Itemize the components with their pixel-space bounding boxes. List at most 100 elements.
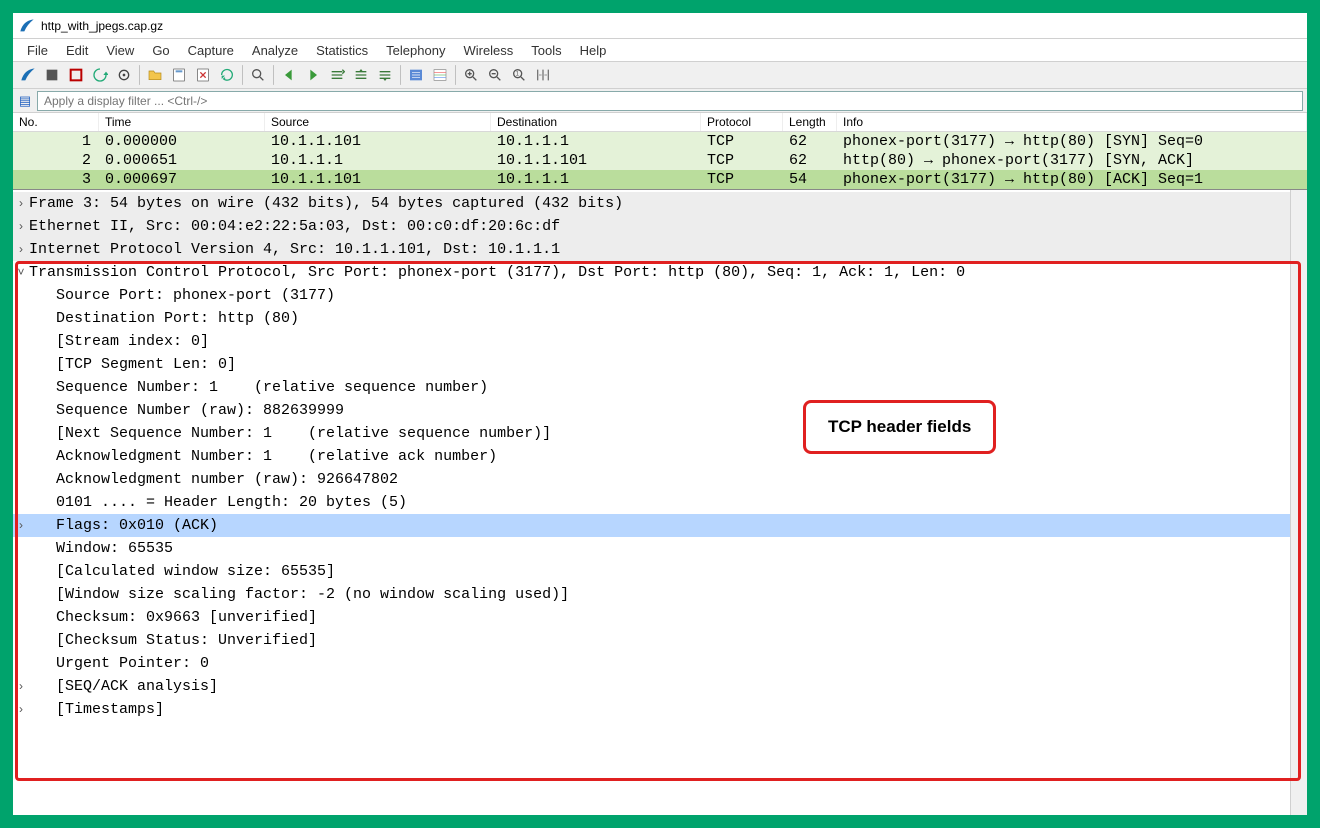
detail-row[interactable]: Sequence Number: 1 (relative sequence nu…	[13, 376, 1307, 399]
autoscroll-icon[interactable]	[405, 64, 427, 86]
toolbar-separator	[242, 65, 243, 85]
column-header-destination[interactable]: Destination	[491, 113, 701, 131]
godown-icon[interactable]	[374, 64, 396, 86]
detail-row[interactable]: Window: 65535	[13, 537, 1307, 560]
detail-text: Ethernet II, Src: 00:04:e2:22:5a:03, Dst…	[29, 215, 560, 238]
detail-text: Destination Port: http (80)	[29, 307, 299, 330]
menu-help[interactable]: Help	[572, 41, 615, 60]
detail-text: 0101 .... = Header Length: 20 bytes (5)	[29, 491, 407, 514]
colorize-icon[interactable]	[429, 64, 451, 86]
menu-statistics[interactable]: Statistics	[308, 41, 376, 60]
expand-icon[interactable]: ›	[13, 215, 29, 238]
detail-text: [SEQ/ACK analysis]	[29, 675, 218, 698]
detail-row[interactable]: Acknowledgment Number: 1 (relative ack n…	[13, 445, 1307, 468]
options-icon[interactable]	[113, 64, 135, 86]
packet-cell: 54	[783, 170, 837, 189]
detail-row[interactable]: [Next Sequence Number: 1 (relative seque…	[13, 422, 1307, 445]
packet-row[interactable]: 20.00065110.1.1.110.1.1.101TCP62http(80)…	[13, 151, 1307, 170]
detail-row[interactable]: Sequence Number (raw): 882639999	[13, 399, 1307, 422]
detail-row[interactable]: [Checksum Status: Unverified]	[13, 629, 1307, 652]
menu-telephony[interactable]: Telephony	[378, 41, 453, 60]
packet-details[interactable]: ›Frame 3: 54 bytes on wire (432 bits), 5…	[13, 190, 1307, 815]
detail-row[interactable]: [TCP Segment Len: 0]	[13, 353, 1307, 376]
packet-cell: 0.000697	[99, 170, 265, 189]
menu-go[interactable]: Go	[144, 41, 177, 60]
menubar: FileEditViewGoCaptureAnalyzeStatisticsTe…	[13, 39, 1307, 61]
resize-cols-icon[interactable]	[532, 64, 554, 86]
column-header-time[interactable]: Time	[99, 113, 265, 131]
column-header-length[interactable]: Length	[783, 113, 837, 131]
detail-row[interactable]: Urgent Pointer: 0	[13, 652, 1307, 675]
toolbar: 1	[13, 61, 1307, 89]
packet-cell: TCP	[701, 151, 783, 170]
goto-icon[interactable]	[326, 64, 348, 86]
menu-tools[interactable]: Tools	[523, 41, 569, 60]
zoom-out-icon[interactable]	[484, 64, 506, 86]
bookmark-icon[interactable]: ▤	[17, 93, 33, 109]
toolbar-separator	[455, 65, 456, 85]
find-icon[interactable]	[247, 64, 269, 86]
packet-row[interactable]: 30.00069710.1.1.10110.1.1.1TCP54phonex-p…	[13, 170, 1307, 189]
restart-icon[interactable]	[89, 64, 111, 86]
expand-icon[interactable]: ›	[13, 238, 29, 261]
window-title: http_with_jpegs.cap.gz	[41, 19, 163, 33]
detail-text: Source Port: phonex-port (3177)	[29, 284, 335, 307]
packet-cell: 0.000000	[99, 132, 265, 151]
gotop-icon[interactable]	[350, 64, 372, 86]
detail-text: [Stream index: 0]	[29, 330, 209, 353]
reload-icon[interactable]	[216, 64, 238, 86]
open-icon[interactable]	[144, 64, 166, 86]
menu-view[interactable]: View	[98, 41, 142, 60]
packet-row[interactable]: 10.00000010.1.1.10110.1.1.1TCP62phonex-p…	[13, 132, 1307, 151]
column-header-protocol[interactable]: Protocol	[701, 113, 783, 131]
detail-text: [TCP Segment Len: 0]	[29, 353, 236, 376]
detail-row[interactable]: 0101 .... = Header Length: 20 bytes (5)	[13, 491, 1307, 514]
packet-cell: TCP	[701, 170, 783, 189]
detail-row[interactable]: Destination Port: http (80)	[13, 307, 1307, 330]
expand-icon[interactable]: ˅	[13, 261, 29, 284]
detail-row[interactable]: [Stream index: 0]	[13, 330, 1307, 353]
detail-text: Acknowledgment number (raw): 926647802	[29, 468, 398, 491]
menu-file[interactable]: File	[19, 41, 56, 60]
column-header-info[interactable]: Info	[837, 113, 1307, 131]
fin-icon[interactable]	[17, 64, 39, 86]
detail-row[interactable]: [Window size scaling factor: -2 (no wind…	[13, 583, 1307, 606]
column-header-source[interactable]: Source	[265, 113, 491, 131]
close-icon[interactable]	[192, 64, 214, 86]
expand-icon[interactable]: ›	[13, 698, 29, 721]
packet-cell: 2	[13, 151, 99, 170]
detail-row[interactable]: › [SEQ/ACK analysis]	[13, 675, 1307, 698]
scrollbar[interactable]	[1290, 190, 1307, 815]
stop-icon[interactable]	[65, 64, 87, 86]
menu-wireless[interactable]: Wireless	[455, 41, 521, 60]
detail-row[interactable]: Checksum: 0x9663 [unverified]	[13, 606, 1307, 629]
packet-cell: 0.000651	[99, 151, 265, 170]
detail-row[interactable]: ›Ethernet II, Src: 00:04:e2:22:5a:03, Ds…	[13, 215, 1307, 238]
back-icon[interactable]	[278, 64, 300, 86]
detail-row[interactable]: ›Frame 3: 54 bytes on wire (432 bits), 5…	[13, 192, 1307, 215]
packet-cell: 10.1.1.1	[265, 151, 491, 170]
expand-icon[interactable]: ›	[13, 192, 29, 215]
detail-row[interactable]: ˅Transmission Control Protocol, Src Port…	[13, 261, 1307, 284]
zoom-reset-icon[interactable]: 1	[508, 64, 530, 86]
menu-capture[interactable]: Capture	[180, 41, 242, 60]
forward-icon[interactable]	[302, 64, 324, 86]
column-header-no[interactable]: No.	[13, 113, 99, 131]
start-icon[interactable]	[41, 64, 63, 86]
save-icon[interactable]	[168, 64, 190, 86]
detail-row[interactable]: › Flags: 0x010 (ACK)	[13, 514, 1307, 537]
detail-row[interactable]: Acknowledgment number (raw): 926647802	[13, 468, 1307, 491]
expand-icon[interactable]: ›	[13, 675, 29, 698]
zoom-in-icon[interactable]	[460, 64, 482, 86]
display-filter-input[interactable]	[37, 91, 1303, 111]
toolbar-separator	[400, 65, 401, 85]
detail-row[interactable]: ›Internet Protocol Version 4, Src: 10.1.…	[13, 238, 1307, 261]
menu-edit[interactable]: Edit	[58, 41, 96, 60]
filter-bar: ▤	[13, 89, 1307, 113]
detail-row[interactable]: › [Timestamps]	[13, 698, 1307, 721]
detail-row[interactable]: [Calculated window size: 65535]	[13, 560, 1307, 583]
menu-analyze[interactable]: Analyze	[244, 41, 306, 60]
expand-icon[interactable]: ›	[13, 514, 29, 537]
detail-row[interactable]: Source Port: phonex-port (3177)	[13, 284, 1307, 307]
titlebar: http_with_jpegs.cap.gz	[13, 13, 1307, 39]
